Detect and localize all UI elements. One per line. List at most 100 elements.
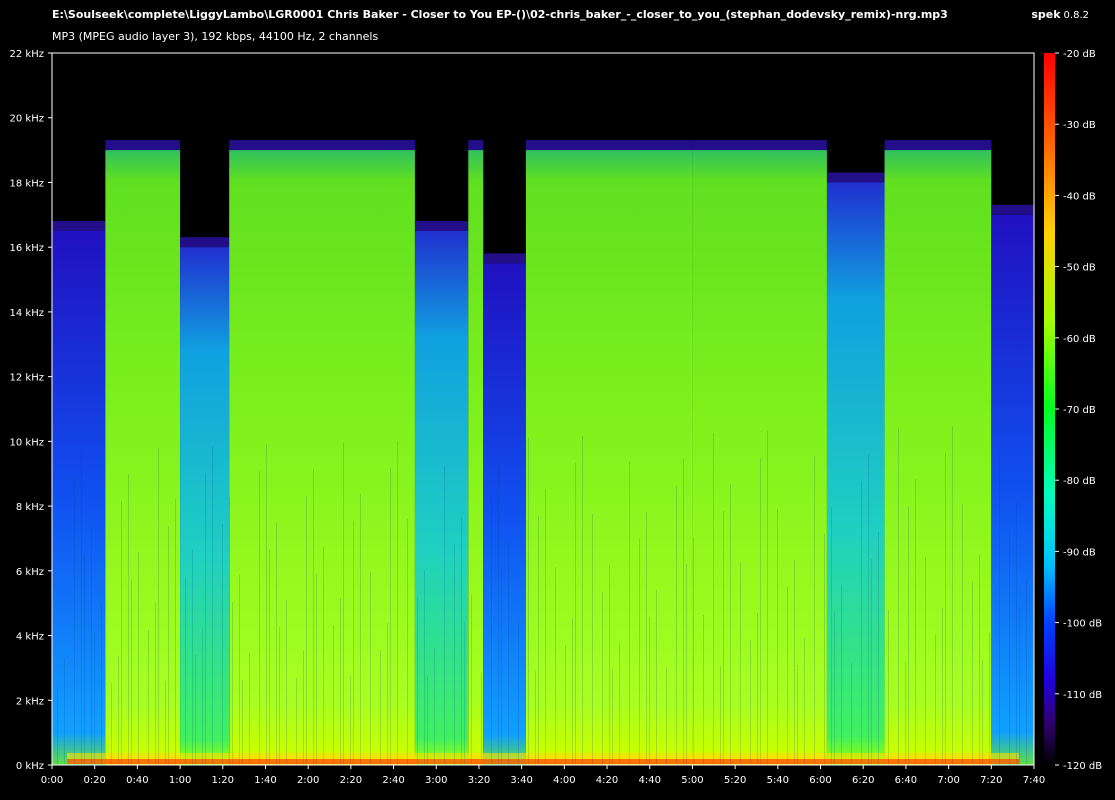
texture-line [656,590,657,765]
spectrogram-segment [180,247,230,765]
texture-line [979,555,980,765]
texture-line [538,516,539,765]
texture-line [380,650,381,765]
texture-line [340,598,341,765]
texture-line [582,436,583,765]
y-tick-label: 2 kHz [16,696,44,707]
texture-line [888,610,889,765]
texture-line [787,587,788,765]
texture-line [266,444,267,765]
texture-line [982,660,983,765]
y-tick-label: 4 kHz [16,632,44,643]
texture-line [750,640,751,765]
texture-line [481,673,482,765]
texture-line [155,603,156,765]
texture-line [498,464,499,765]
x-tick-label: 4:00 [553,775,575,786]
texture-line [545,489,546,765]
texture-line [158,448,159,765]
texture-line [407,519,408,765]
spectrogram-segment [414,231,469,765]
texture-line [686,564,687,765]
x-tick-label: 2:20 [340,775,362,786]
bass-band [67,759,1019,764]
texture-line [629,461,630,765]
spectrogram-segment [483,263,526,765]
texture-line [101,605,102,765]
texture-line [999,451,1000,765]
db-color-scale [1044,53,1055,765]
x-tick-label: 3:00 [425,775,447,786]
frequency-axis: 0 kHz 2 kHz 4 kHz 6 kHz 8 kHz 10 kHz 12 kHz 14 … [10,49,52,772]
texture-line [945,453,946,765]
texture-line [491,491,492,765]
x-tick-label: 0:00 [41,775,63,786]
texture-line [908,506,909,765]
y-tick-label: 20 kHz [10,114,44,125]
texture-line [461,517,462,765]
x-tick-label: 7:20 [980,775,1002,786]
texture-line [841,585,842,765]
x-tick-label: 5:40 [767,775,789,786]
texture-line [81,449,82,765]
texture-line [797,665,798,765]
texture-line [64,658,65,765]
segment-fringe [468,140,484,151]
texture-line [905,661,906,765]
texture-line [777,509,778,765]
segment-fringe [229,140,415,151]
y-tick-label: 8 kHz [16,502,44,513]
texture-line [1009,529,1010,765]
texture-line [276,522,277,765]
segment-fringe [991,204,1034,215]
texture-line [94,632,95,765]
texture-line [868,454,869,765]
y-tick-label: 18 kHz [10,178,44,189]
texture-line [296,678,297,765]
texture-line [814,456,815,765]
texture-line [286,600,287,765]
spectrogram-segment [692,150,827,765]
texture-line [649,617,650,765]
segment-fringe [884,140,992,151]
db-tick-label: -50 dB [1063,263,1096,274]
texture-line [249,653,250,765]
texture-line [427,675,428,765]
texture-line [74,476,75,765]
texture-line [417,597,418,765]
texture-line [619,643,620,765]
texture-line [121,501,122,765]
texture-line [528,438,529,765]
texture-line [720,666,721,765]
x-tick-label: 1:40 [254,775,276,786]
texture-line [434,648,435,765]
x-tick-label: 1:20 [212,775,234,786]
x-tick-label: 4:40 [639,775,661,786]
y-tick-label: 6 kHz [16,567,44,578]
texture-line [111,683,112,765]
segment-fringe [483,253,526,264]
spectrogram-segment [884,150,992,765]
texture-line [730,484,731,765]
texture-line [57,685,58,765]
x-tick-label: 3:40 [510,775,532,786]
texture-line [572,618,573,765]
texture-line [195,655,196,765]
texture-line [175,499,176,765]
y-tick-label: 14 kHz [10,308,44,319]
texture-line [683,459,684,765]
texture-line [222,524,223,765]
texture-line [269,549,270,765]
texture-line [915,479,916,765]
db-tick-label: -120 dB [1063,761,1102,772]
x-tick-label: 2:00 [297,775,319,786]
texture-line [370,572,371,765]
texture-line [609,565,610,765]
x-tick-label: 6:40 [895,775,917,786]
y-tick-label: 0 kHz [16,761,44,772]
texture-line [128,474,129,765]
texture-line [84,554,85,765]
texture-line [639,539,640,765]
texture-line [831,507,832,765]
texture-line [259,471,260,765]
